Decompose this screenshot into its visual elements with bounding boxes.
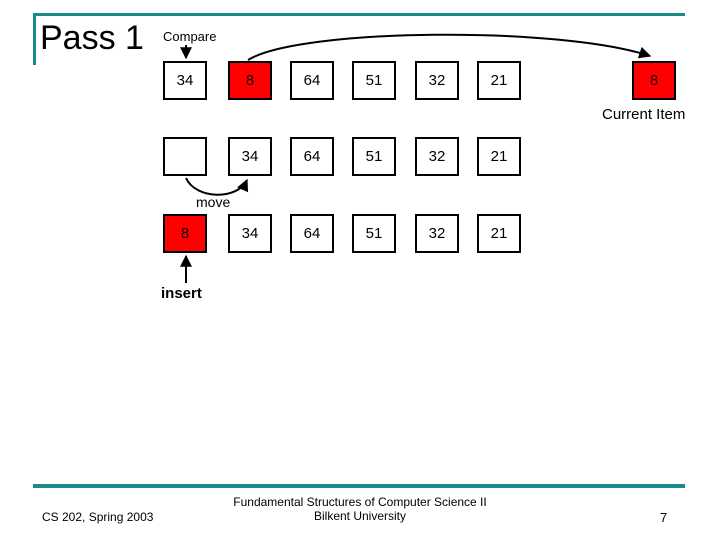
- array-cell: 21: [477, 214, 521, 253]
- footer-course-line-2: Bilkent University: [313, 509, 407, 523]
- array-cell: 32: [415, 214, 459, 253]
- array-cell: 34: [228, 214, 272, 253]
- footer-course-line-1: Fundamental Structures of Computer Scien…: [233, 495, 487, 509]
- move-label: move: [196, 194, 231, 210]
- title-top-rule: [33, 13, 685, 16]
- array-cell: 64: [290, 61, 334, 100]
- array-cell: 8: [228, 61, 272, 100]
- array-cell: 51: [352, 214, 396, 253]
- move-arc-arrow-icon: [185, 177, 249, 196]
- array-cell: 34: [163, 61, 207, 100]
- array-cell: 34: [228, 137, 272, 176]
- footer-course-title: Fundamental Structures of Computer Scien…: [0, 495, 720, 523]
- current-item-label: Current Item: [602, 106, 686, 123]
- footer-rule: [33, 484, 685, 488]
- array-cell: 51: [352, 137, 396, 176]
- insert-label: insert: [161, 285, 202, 302]
- array-cell: 32: [415, 137, 459, 176]
- footer-page-number: 7: [660, 510, 668, 525]
- array-cell: 51: [352, 61, 396, 100]
- current-item-arc-arrow-icon: [247, 33, 652, 61]
- array-cell: 64: [290, 137, 334, 176]
- current-item-cell: 8: [632, 61, 676, 100]
- array-cell: 8: [163, 214, 207, 253]
- page-title: Pass 1: [40, 19, 144, 57]
- slide-canvas: Pass 1 Compare Current Item move insert …: [0, 0, 720, 540]
- compare-label: Compare: [163, 29, 217, 44]
- array-cell: 21: [477, 137, 521, 176]
- array-cell: [163, 137, 207, 176]
- title-left-rule: [33, 13, 36, 65]
- array-cell: 32: [415, 61, 459, 100]
- array-cell: 21: [477, 61, 521, 100]
- array-cell: 64: [290, 214, 334, 253]
